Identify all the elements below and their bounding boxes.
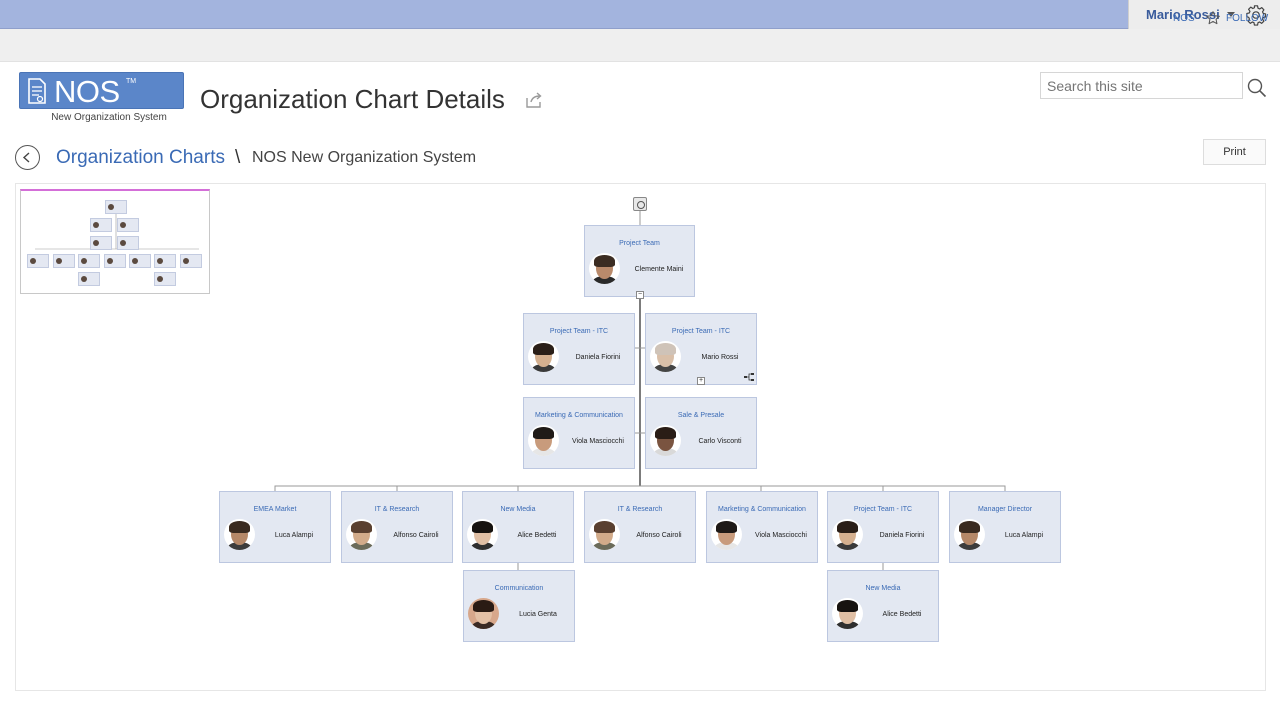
- avatar: [589, 253, 620, 284]
- node-name: Carlo Visconti: [698, 438, 742, 445]
- minimap-node: [78, 272, 100, 286]
- minimap-node: [180, 254, 202, 268]
- follow-link[interactable]: FOLLOW: [1226, 13, 1268, 24]
- org-node-child[interactable]: Project Team - ITC Daniela Fiorini: [827, 491, 939, 563]
- org-node-child[interactable]: Manager Director Luca Alampi: [949, 491, 1061, 563]
- avatar: [954, 519, 985, 550]
- print-button[interactable]: Print: [1203, 139, 1266, 165]
- org-node-grandchild[interactable]: Communication Lucia Genta: [463, 570, 575, 642]
- node-role: Project Team - ITC: [853, 506, 913, 513]
- avatar: [224, 519, 255, 550]
- node-name: Luca Alampi: [274, 532, 314, 539]
- org-node-assistant[interactable]: Sale & Presale Carlo Visconti: [645, 397, 757, 469]
- breadcrumb-current: NOS New Organization System: [252, 149, 477, 166]
- avatar: [711, 519, 742, 550]
- node-name: Alice Bedetti: [517, 532, 557, 539]
- avatar: [650, 341, 681, 372]
- node-name: Viola Masciocchi: [571, 438, 624, 445]
- suite-bar: [0, 0, 1280, 29]
- avatar: [832, 598, 863, 629]
- node-role: EMEA Market: [253, 506, 297, 513]
- avatar: [650, 425, 681, 456]
- share-icon[interactable]: [524, 91, 544, 109]
- org-node-child[interactable]: EMEA Market Luca Alampi: [219, 491, 331, 563]
- node-name: Mario Rossi: [701, 354, 739, 361]
- org-node-child[interactable]: New Media Alice Bedetti: [462, 491, 574, 563]
- avatar: [589, 519, 620, 550]
- logo-subtitle: New Organization System: [51, 112, 167, 123]
- search-icon[interactable]: [1247, 78, 1267, 98]
- collapse-root-icon[interactable]: [633, 197, 647, 211]
- sub-bar: [0, 29, 1280, 62]
- hierarchy-icon[interactable]: [744, 373, 754, 381]
- node-name: Alfonso Cairoli: [636, 532, 682, 539]
- minimap-node: [104, 254, 126, 268]
- org-node-child[interactable]: IT & Research Alfonso Cairoli: [584, 491, 696, 563]
- node-role: Project Team: [619, 240, 660, 247]
- node-name: Daniela Fiorini: [879, 532, 925, 539]
- node-role: Project Team - ITC: [549, 328, 609, 335]
- minimap-node: [117, 218, 139, 232]
- node-role: New Media: [500, 506, 536, 513]
- minimap-node: [154, 254, 176, 268]
- minimap-node: [129, 254, 151, 268]
- node-role: Marketing & Communication: [535, 412, 623, 419]
- node-role: Marketing & Communication: [718, 506, 806, 513]
- logo-trademark: TM: [126, 78, 137, 85]
- document-icon: [28, 78, 46, 104]
- org-node-child[interactable]: IT & Research Alfonso Cairoli: [341, 491, 453, 563]
- nos-link[interactable]: NOS: [1173, 13, 1195, 24]
- org-node-child[interactable]: Marketing & Communication Viola Masciocc…: [706, 491, 818, 563]
- back-button[interactable]: [15, 145, 40, 170]
- minimap-node: [53, 254, 75, 268]
- page-title: Organization Chart Details: [200, 84, 505, 114]
- avatar: [468, 598, 499, 629]
- breadcrumb-separator: \: [235, 147, 241, 168]
- node-name: Luca Alampi: [1004, 532, 1044, 539]
- breadcrumb-link[interactable]: Organization Charts: [56, 147, 225, 169]
- node-name: Alice Bedetti: [882, 611, 922, 618]
- minimap-node: [78, 254, 100, 268]
- node-name: Viola Masciocchi: [754, 532, 807, 539]
- star-icon[interactable]: [1205, 10, 1221, 26]
- org-node-root[interactable]: Project Team Clemente Maini: [584, 225, 695, 297]
- avatar: [346, 519, 377, 550]
- org-chart-minimap[interactable]: [20, 189, 210, 294]
- expand-icon[interactable]: +: [697, 377, 705, 385]
- minimap-node: [154, 272, 176, 286]
- node-name: Lucia Genta: [519, 611, 557, 618]
- collapse-icon[interactable]: −: [636, 291, 644, 299]
- minimap-node: [90, 236, 112, 250]
- minimap-node: [117, 236, 139, 250]
- org-node-assistant[interactable]: Marketing & Communication Viola Masciocc…: [523, 397, 635, 469]
- node-role: New Media: [865, 585, 901, 592]
- avatar: [832, 519, 863, 550]
- node-name: Daniela Fiorini: [575, 354, 621, 361]
- avatar: [467, 519, 498, 550]
- node-name: Clemente Maini: [634, 266, 684, 273]
- node-role: Manager Director: [977, 506, 1033, 513]
- site-logo[interactable]: NOS TM: [19, 72, 184, 109]
- node-role: IT & Research: [617, 506, 663, 513]
- org-node-grandchild[interactable]: New Media Alice Bedetti: [827, 570, 939, 642]
- node-role: Sale & Presale: [677, 412, 725, 419]
- search-input[interactable]: [1040, 72, 1243, 99]
- node-name: Alfonso Cairoli: [393, 532, 439, 539]
- minimap-node: [27, 254, 49, 268]
- logo-text: NOS: [54, 74, 120, 109]
- node-role: Communication: [494, 585, 544, 592]
- minimap-node: [105, 200, 127, 214]
- avatar: [528, 425, 559, 456]
- node-role: IT & Research: [374, 506, 420, 513]
- minimap-node: [90, 218, 112, 232]
- avatar: [528, 341, 559, 372]
- org-node-assistant[interactable]: Project Team - ITC Daniela Fiorini: [523, 313, 635, 385]
- org-node-assistant[interactable]: Project Team - ITC Mario Rossi +: [645, 313, 757, 385]
- back-arrow-icon: [22, 152, 30, 163]
- node-role: Project Team - ITC: [671, 328, 731, 335]
